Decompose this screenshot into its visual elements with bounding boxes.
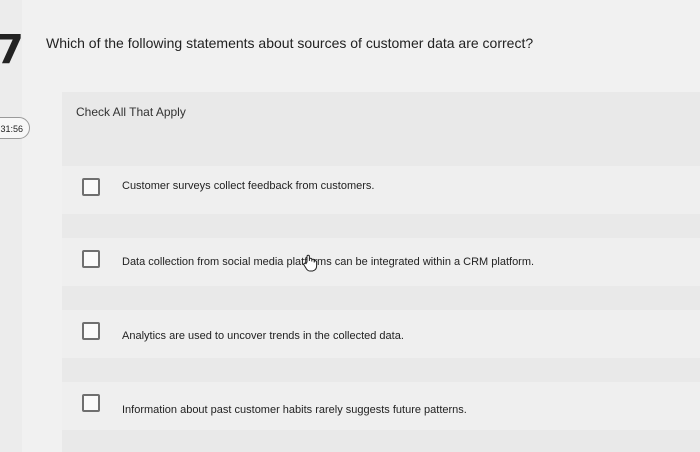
instruction-text: Check All That Apply [76,105,186,119]
timer-badge: 31:56 [0,117,30,139]
answer-option[interactable]: Data collection from social media platfo… [62,238,700,286]
checkbox[interactable] [82,322,100,340]
option-label: Data collection from social media platfo… [122,256,535,268]
answer-option[interactable]: Customer surveys collect feedback from c… [62,166,700,214]
option-label: Information about past customer habits r… [122,404,467,416]
checkbox[interactable] [82,178,100,196]
option-label: Customer surveys collect feedback from c… [122,180,375,192]
answer-option[interactable]: Analytics are used to uncover trends in … [62,310,700,358]
question-text: Which of the following statements about … [46,35,534,51]
checkbox[interactable] [82,250,100,268]
option-label: Analytics are used to uncover trends in … [122,330,404,342]
hand-cursor-icon [303,254,318,272]
checkbox[interactable] [82,394,100,412]
answer-option[interactable]: Information about past customer habits r… [62,382,700,430]
question-number: 7 [0,27,24,73]
